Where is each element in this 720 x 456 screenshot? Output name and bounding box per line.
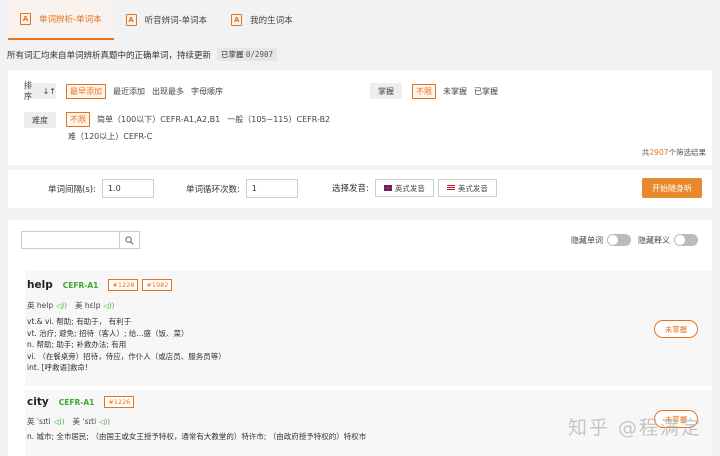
sort-option-alpha[interactable]: 字母顺序: [191, 86, 223, 97]
vocab-book-icon: A: [20, 13, 31, 25]
vocab-book-icon: A: [231, 14, 243, 26]
page-description: 所有词汇均来自单词辨析真题中的正确单词，持续更新 已掌握 0/2907: [7, 48, 277, 61]
speaker-icon[interactable]: ◁)): [54, 418, 65, 426]
mastered-count: 0/2907: [245, 50, 273, 59]
hide-word-toggle[interactable]: [607, 234, 631, 246]
hide-definition-toggle-group: 隐藏释义: [638, 234, 698, 246]
sort-option-latest[interactable]: 最近添加: [113, 86, 145, 97]
sort-option-most[interactable]: 出现最多: [152, 86, 184, 97]
question-tag[interactable]: #1982: [142, 279, 173, 291]
definition-list: vt.& vi. 帮助; 有助于， 有利于 vt. 治疗; 避免; 招待（客人）…: [27, 316, 226, 374]
tab-my-words[interactable]: A 我的生词本: [219, 0, 305, 40]
sort-option-earliest[interactable]: 最早添加: [66, 83, 106, 99]
description-text: 所有词汇均来自单词辨析真题中的正确单词，持续更新: [7, 50, 212, 61]
result-count: 共2907个筛选结果: [641, 148, 706, 157]
speaker-icon[interactable]: ◁)): [104, 302, 115, 310]
us-voice-button[interactable]: 美式发音: [437, 179, 497, 197]
difficulty-label: 难度: [24, 112, 56, 128]
voice-setting: 选择发音: 英式发音 美式发音: [332, 179, 497, 197]
mastery-option-unmastered[interactable]: 未掌握: [443, 86, 467, 97]
playback-settings: 单词间隔(s): 1.0 单词循环次数: 1 选择发音: 英式发音 美式发音 开…: [8, 170, 712, 208]
difficulty-option-easy[interactable]: 简单（100以下）CEFR-A1,A2,B1: [97, 114, 220, 125]
voice-label: 选择发音:: [332, 184, 369, 194]
mastery-status-button[interactable]: 未掌握: [654, 320, 698, 338]
loop-input[interactable]: 1: [245, 179, 298, 198]
hide-word-label: 隐藏单词: [571, 235, 603, 245]
cefr-level: CEFR-A1: [58, 397, 95, 407]
speaker-icon[interactable]: ◁)): [99, 418, 110, 426]
difficulty-option-hard[interactable]: 难（120以上）CEFR-C: [68, 131, 152, 142]
question-tag[interactable]: #1228: [108, 279, 139, 291]
tab-label: 听音辨词-单词本: [144, 16, 208, 26]
uk-flag-icon: [383, 185, 392, 191]
mastery-option-mastered[interactable]: 已掌握: [474, 86, 498, 97]
difficulty-option-medium[interactable]: 一般（105~115）CEFR-B2: [227, 114, 330, 125]
search-box: [21, 231, 140, 249]
interval-label: 单词间隔(s):: [48, 184, 96, 195]
hide-definition-toggle[interactable]: [674, 234, 698, 246]
phonetics: 英 help ◁)) 美 hɛlp ◁)): [27, 301, 115, 310]
search-button[interactable]: [119, 232, 139, 248]
filter-panel: 排序 ↓↑ 最早添加 最近添加 出现最多 字母顺序 掌握 不限 未掌握 已掌握 难…: [8, 70, 712, 165]
tab-bar: A 单词辨析-单词本 A 听音辨词-单词本 A 我的生词本: [0, 0, 720, 40]
tab-label: 我的生词本: [250, 16, 293, 26]
tab-label: 单词辨析-单词本: [39, 15, 102, 25]
definition-list: n. 城市; 全市居民; （由国王或女王授予特权，通常有大教堂的）特许市; （由…: [27, 431, 366, 443]
uk-voice-button[interactable]: 英式发音: [374, 179, 434, 197]
word-card: help CEFR-A1 #1228 #1982 英 help ◁)) 美 hɛ…: [25, 271, 712, 386]
word-text: city: [27, 396, 49, 408]
cefr-level: CEFR-A1: [62, 280, 99, 290]
sort-arrow-icon: ↓↑: [42, 86, 56, 96]
definition-line: vt.& vi. 帮助; 有助于， 有利于: [27, 317, 132, 326]
difficulty-option-any[interactable]: 不限: [66, 112, 90, 127]
search-input[interactable]: [22, 232, 119, 248]
speaker-icon[interactable]: ◁)): [56, 302, 67, 310]
loop-setting: 单词循环次数: 1: [186, 179, 298, 198]
tab-word-analysis[interactable]: A 单词辨析-单词本: [8, 0, 114, 40]
question-tag[interactable]: #1226: [104, 396, 135, 408]
definition-line: n. 城市; 全市居民; （由国王或女王授予特权，通常有大教堂的）特许市; （由…: [27, 432, 367, 441]
loop-label: 单词循环次数:: [186, 184, 240, 195]
hide-definition-label: 隐藏释义: [638, 235, 670, 245]
definition-line: int. [呼救语]救命!: [27, 363, 88, 372]
difficulty-row: 难度 不限 简单（100以下）CEFR-A1,A2,B1 一般（105~115）…: [24, 112, 344, 142]
vocab-book-icon: A: [125, 14, 137, 26]
magnifier-icon: [125, 235, 134, 245]
tab-listening[interactable]: A 听音辨词-单词本: [114, 0, 220, 40]
mastery-option-any[interactable]: 不限: [412, 83, 436, 99]
watermark: 知乎 @程满定: [568, 417, 703, 439]
sort-label: 排序 ↓↑: [24, 81, 56, 101]
mastery-label: 掌握: [370, 83, 402, 99]
interval-setting: 单词间隔(s): 1.0: [48, 179, 154, 198]
definition-line: n. 帮助; 助手; 补救办法; 有用: [27, 340, 127, 349]
sort-row: 排序 ↓↑ 最早添加 最近添加 出现最多 字母顺序: [24, 81, 230, 101]
start-listening-button[interactable]: 开始随身听: [642, 178, 702, 198]
hide-word-toggle-group: 隐藏单词: [571, 234, 631, 246]
word-header: city CEFR-A1 #1226: [27, 396, 138, 408]
definition-line: vi. （在餐桌旁）招待，侍应，作仆人（或店员、服务员等）: [27, 351, 226, 361]
mastered-badge: 已掌握 0/2907: [217, 48, 277, 61]
phonetics: 英 ˈsɪti ◁)) 美 ˈsɪti ◁)): [27, 417, 111, 426]
us-flag-icon: [446, 185, 455, 191]
definition-line: vt. 治疗; 避免; 招待（客人）; 给...盛（饭、菜）: [27, 328, 189, 338]
mastery-row: 掌握 不限 未掌握 已掌握: [370, 83, 505, 99]
word-text: help: [27, 279, 53, 291]
interval-input[interactable]: 1.0: [101, 179, 154, 198]
word-header: help CEFR-A1 #1228 #1982: [27, 279, 176, 291]
